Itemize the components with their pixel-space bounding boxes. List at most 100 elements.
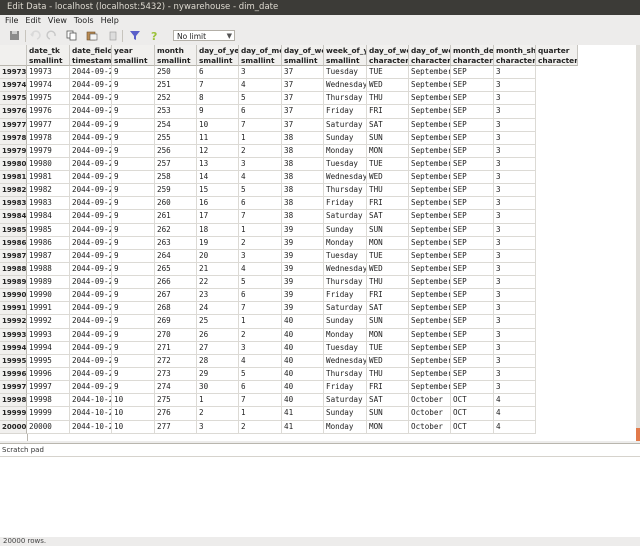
table-cell[interactable]: 37 — [282, 79, 324, 93]
table-cell[interactable]: September — [409, 289, 451, 303]
table-cell[interactable]: 2044-10-2044 — [70, 394, 112, 408]
table-cell[interactable]: SEP — [451, 144, 494, 158]
row-number[interactable]: 19977 — [0, 118, 27, 132]
table-cell[interactable]: 3 — [239, 157, 282, 172]
table-cell[interactable]: 2044-09-2044 — [70, 328, 112, 342]
table-cell[interactable]: September — [409, 328, 451, 342]
table-cell[interactable]: 4 — [239, 171, 282, 185]
table-cell[interactable]: 2 — [239, 328, 282, 342]
table-cell[interactable]: September — [409, 302, 451, 316]
table-cell[interactable]: SEP — [451, 302, 494, 316]
table-cell[interactable]: September — [409, 381, 451, 395]
table-cell[interactable]: 40 — [282, 367, 324, 382]
table-cell[interactable]: 2 — [197, 407, 239, 421]
table-cell[interactable]: SEP — [451, 341, 494, 355]
row-number[interactable]: 19984 — [0, 210, 27, 224]
table-cell[interactable]: MON — [367, 420, 409, 434]
table-cell[interactable]: 6 — [239, 381, 282, 395]
column-header[interactable]: year smallint — [112, 45, 155, 66]
table-cell[interactable]: 9 — [112, 354, 155, 368]
table-cell[interactable]: Thursday — [324, 367, 367, 382]
table-cell[interactable]: Tuesday — [324, 66, 367, 80]
table-cell[interactable]: 277 — [155, 420, 197, 434]
table-cell[interactable]: 257 — [155, 157, 197, 172]
table-cell[interactable]: 3 — [494, 197, 536, 211]
table-cell[interactable]: 9 — [197, 105, 239, 119]
table-cell[interactable]: 9 — [112, 118, 155, 132]
table-cell[interactable]: 39 — [282, 276, 324, 290]
table-cell[interactable]: 17 — [197, 210, 239, 224]
table-cell[interactable]: 19974 — [27, 79, 70, 93]
table-cell[interactable]: 268 — [155, 302, 197, 316]
table-cell[interactable]: 3 — [239, 341, 282, 355]
table-cell[interactable]: SAT — [367, 394, 409, 408]
table-cell[interactable]: Sunday — [324, 131, 367, 145]
table-cell[interactable]: 2044-09-2044 — [70, 92, 112, 106]
table-cell[interactable]: 19990 — [27, 289, 70, 303]
table-cell[interactable]: 275 — [155, 394, 197, 408]
table-cell[interactable]: 2044-09-2044 — [70, 341, 112, 355]
table-cell[interactable]: SEP — [451, 197, 494, 211]
row-number[interactable]: 19989 — [0, 276, 27, 290]
table-cell[interactable]: SAT — [367, 118, 409, 132]
table-cell[interactable]: 30 — [197, 381, 239, 395]
table-cell[interactable]: 3 — [197, 420, 239, 434]
table-cell[interactable]: 3 — [494, 66, 536, 80]
table-cell[interactable]: Tuesday — [324, 157, 367, 172]
row-number[interactable]: 19997 — [0, 381, 27, 395]
table-cell[interactable]: 9 — [112, 171, 155, 185]
table-cell[interactable]: SAT — [367, 302, 409, 316]
table-cell[interactable]: 2044-09-2044 — [70, 118, 112, 132]
table-cell[interactable]: September — [409, 249, 451, 263]
table-cell[interactable]: 3 — [494, 118, 536, 132]
table-cell[interactable]: 2044-09-2044 — [70, 315, 112, 329]
table-cell[interactable]: 16 — [197, 197, 239, 211]
table-cell[interactable]: 22 — [197, 276, 239, 290]
table-cell[interactable]: WED — [367, 79, 409, 93]
menu-view[interactable]: View — [48, 16, 67, 25]
table-cell[interactable]: 2 — [239, 144, 282, 158]
table-cell[interactable]: 9 — [112, 157, 155, 172]
table-cell[interactable]: September — [409, 118, 451, 132]
column-header[interactable]: month_shocharacter v — [494, 45, 536, 66]
table-cell[interactable]: THU — [367, 92, 409, 106]
table-cell[interactable]: 19989 — [27, 276, 70, 290]
table-cell[interactable]: 9 — [112, 131, 155, 145]
delete-icon[interactable] — [107, 30, 119, 41]
menu-file[interactable]: File — [5, 16, 18, 25]
filter-icon[interactable] — [129, 30, 141, 41]
column-header[interactable]: quartercharacter v — [536, 45, 578, 66]
table-cell[interactable]: 40 — [282, 354, 324, 368]
table-cell[interactable]: 270 — [155, 328, 197, 342]
table-cell[interactable]: Tuesday — [324, 341, 367, 355]
table-cell[interactable]: 3 — [494, 210, 536, 224]
table-cell[interactable]: TUE — [367, 249, 409, 263]
row-number[interactable]: 19992 — [0, 315, 27, 329]
table-cell[interactable]: 38 — [282, 184, 324, 198]
table-cell[interactable]: TUE — [367, 157, 409, 172]
table-cell[interactable]: 6 — [239, 289, 282, 303]
paste-icon[interactable] — [86, 30, 98, 41]
table-cell[interactable]: 7 — [239, 302, 282, 316]
table-cell[interactable]: Thursday — [324, 276, 367, 290]
table-cell[interactable]: 259 — [155, 184, 197, 198]
table-cell[interactable]: 2044-09-2044 — [70, 367, 112, 382]
table-cell[interactable]: 256 — [155, 144, 197, 158]
table-cell[interactable]: 3 — [494, 328, 536, 342]
table-cell[interactable]: 273 — [155, 367, 197, 382]
table-cell[interactable]: Saturday — [324, 394, 367, 408]
table-cell[interactable]: 4 — [494, 420, 536, 434]
row-number[interactable]: 19979 — [0, 144, 27, 158]
table-cell[interactable]: 12 — [197, 144, 239, 158]
table-cell[interactable]: 10 — [112, 407, 155, 421]
table-cell[interactable]: 6 — [239, 197, 282, 211]
table-cell[interactable]: 2044-09-2044 — [70, 210, 112, 224]
row-limit-select[interactable]: No limit ▼ — [173, 30, 235, 41]
table-cell[interactable]: Friday — [324, 197, 367, 211]
table-cell[interactable]: 3 — [494, 131, 536, 145]
table-cell[interactable]: 19978 — [27, 131, 70, 145]
save-icon[interactable] — [9, 30, 21, 41]
table-cell[interactable]: 4 — [494, 394, 536, 408]
table-cell[interactable]: 9 — [112, 210, 155, 224]
table-cell[interactable]: September — [409, 144, 451, 158]
